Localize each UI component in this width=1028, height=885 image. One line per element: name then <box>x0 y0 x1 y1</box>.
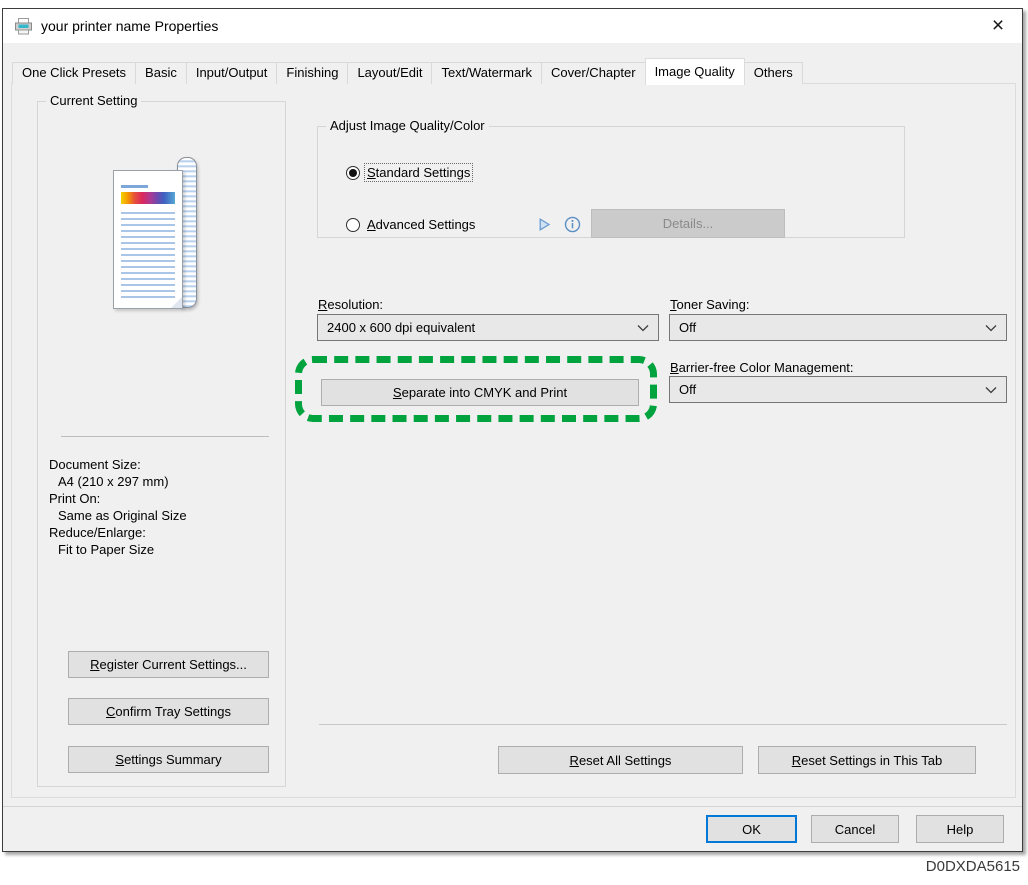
barrier-free-dropdown[interactable]: Off <box>669 376 1007 403</box>
radio-selected-icon[interactable] <box>346 166 360 180</box>
resolution-dropdown[interactable]: 2400 x 600 dpi equivalent <box>317 314 659 341</box>
document-code: D0DXDA5615 <box>926 858 1020 875</box>
tab-strip: One Click Presets Basic Input/Output Fin… <box>12 58 802 84</box>
reset-settings-in-tab-button[interactable]: Reset Settings in This Tab <box>758 746 976 774</box>
play-triangle-icon <box>537 217 552 232</box>
tab-one-click-presets[interactable]: One Click Presets <box>12 62 136 84</box>
advanced-settings-radio[interactable]: Advanced Settings <box>346 216 477 233</box>
confirm-tray-settings-button[interactable]: Confirm Tray Settings <box>68 698 269 725</box>
page-corner-fold <box>171 297 182 308</box>
tab-finishing[interactable]: Finishing <box>276 62 348 84</box>
tab-input-output[interactable]: Input/Output <box>186 62 278 84</box>
chevron-down-icon <box>985 386 997 394</box>
tab-text-watermark[interactable]: Text/Watermark <box>431 62 542 84</box>
tab-basic[interactable]: Basic <box>135 62 187 84</box>
right-panel-divider <box>319 724 1007 725</box>
settings-summary-button[interactable]: Settings Summary <box>68 746 269 773</box>
chevron-down-icon <box>637 324 649 332</box>
details-button: Details... <box>591 209 785 238</box>
current-settings-summary: Document Size: A4 (210 x 297 mm) Print O… <box>49 456 187 558</box>
page-graphic <box>113 170 183 309</box>
barrier-free-value: Off <box>679 382 696 397</box>
left-panel-divider <box>61 436 269 437</box>
adjust-image-quality-group-title: Adjust Image Quality/Color <box>326 118 489 133</box>
info-icon[interactable] <box>564 216 581 233</box>
print-preview-image <box>103 157 225 321</box>
toner-saving-label: Toner Saving: <box>670 297 750 312</box>
footer-divider <box>3 806 1022 807</box>
register-current-settings-button[interactable]: Register Current Settings... <box>68 651 269 678</box>
toner-saving-dropdown[interactable]: Off <box>669 314 1007 341</box>
barrier-free-label: Barrier-free Color Management: <box>670 360 854 375</box>
help-button[interactable]: Help <box>916 815 1004 843</box>
chevron-down-icon <box>985 324 997 332</box>
reset-all-settings-button[interactable]: Reset All Settings <box>498 746 743 774</box>
printer-properties-dialog: your printer name Properties × One Click… <box>2 8 1023 852</box>
page-text-lines <box>121 212 175 300</box>
screenshot-stage: your printer name Properties × One Click… <box>0 0 1028 885</box>
reduce-enlarge-value: Fit to Paper Size <box>49 541 187 558</box>
page-heading-line <box>121 185 148 188</box>
resolution-label: Resolution: <box>318 297 383 312</box>
tab-others[interactable]: Others <box>744 62 803 84</box>
toner-saving-value: Off <box>679 320 696 335</box>
standard-settings-radio[interactable]: Standard Settings <box>346 164 472 181</box>
current-setting-group-title: Current Setting <box>46 93 141 108</box>
ok-button[interactable]: OK <box>706 815 797 843</box>
color-bar-graphic <box>121 192 175 204</box>
tab-image-quality[interactable]: Image Quality <box>645 58 745 85</box>
document-size-value: A4 (210 x 297 mm) <box>49 473 187 490</box>
tab-layout-edit[interactable]: Layout/Edit <box>347 62 432 84</box>
radio-unselected-icon[interactable] <box>346 218 360 232</box>
print-on-value: Same as Original Size <box>49 507 187 524</box>
separate-into-cmyk-button[interactable]: Separate into CMYK and Print <box>321 379 639 406</box>
resolution-value: 2400 x 600 dpi equivalent <box>327 320 475 335</box>
document-size-label: Document Size: <box>49 456 187 473</box>
advanced-settings-label: Advanced Settings <box>365 216 477 233</box>
standard-settings-label: Standard Settings <box>365 164 472 181</box>
reduce-enlarge-label: Reduce/Enlarge: <box>49 524 187 541</box>
print-on-label: Print On: <box>49 490 187 507</box>
cancel-button[interactable]: Cancel <box>811 815 899 843</box>
tab-cover-chapter[interactable]: Cover/Chapter <box>541 62 646 84</box>
